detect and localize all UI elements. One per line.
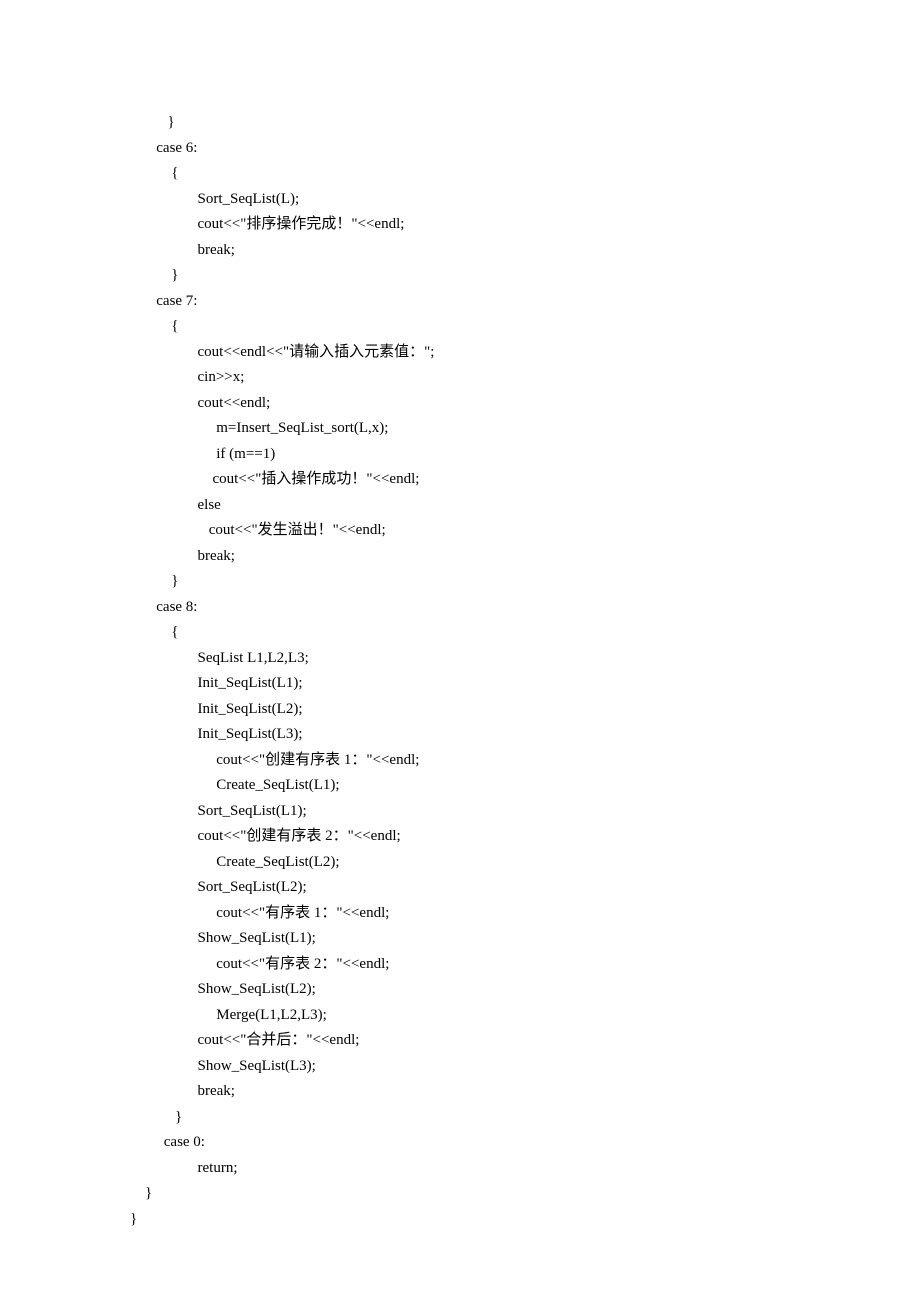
- code-line: case 0:: [130, 1130, 860, 1156]
- code-line: cout<<"发生溢出！"<<endl;: [130, 518, 860, 544]
- code-line: Sort_SeqList(L1);: [130, 799, 860, 825]
- code-line: Create_SeqList(L1);: [130, 773, 860, 799]
- code-line: Create_SeqList(L2);: [130, 850, 860, 876]
- code-line: cout<<"排序操作完成！"<<endl;: [130, 212, 860, 238]
- code-line: }: [130, 1105, 860, 1131]
- code-line: if (m==1): [130, 442, 860, 468]
- code-line: }: [130, 1181, 860, 1207]
- code-line: cout<<"创建有序表 1："<<endl;: [130, 748, 860, 774]
- code-line: cout<<endl<<"请输入插入元素值：";: [130, 340, 860, 366]
- code-line: else: [130, 493, 860, 519]
- code-line: case 6:: [130, 136, 860, 162]
- code-line: }: [130, 263, 860, 289]
- code-line: return;: [130, 1156, 860, 1182]
- code-line: cout<<"插入操作成功！"<<endl;: [130, 467, 860, 493]
- code-line: break;: [130, 544, 860, 570]
- document-page: } case 6: { Sort_SeqList(L); cout<<"排序操作…: [0, 0, 920, 1302]
- code-line: Init_SeqList(L3);: [130, 722, 860, 748]
- code-line: Show_SeqList(L1);: [130, 926, 860, 952]
- code-line: Sort_SeqList(L2);: [130, 875, 860, 901]
- code-line: {: [130, 161, 860, 187]
- code-line: SeqList L1,L2,L3;: [130, 646, 860, 672]
- code-line: cout<<"有序表 1："<<endl;: [130, 901, 860, 927]
- code-line: Merge(L1,L2,L3);: [130, 1003, 860, 1029]
- code-line: Show_SeqList(L2);: [130, 977, 860, 1003]
- code-line: {: [130, 314, 860, 340]
- code-line: cout<<"有序表 2："<<endl;: [130, 952, 860, 978]
- code-line: }: [130, 569, 860, 595]
- code-line: {: [130, 620, 860, 646]
- code-block: } case 6: { Sort_SeqList(L); cout<<"排序操作…: [130, 110, 860, 1232]
- code-line: cout<<endl;: [130, 391, 860, 417]
- code-line: cout<<"创建有序表 2："<<endl;: [130, 824, 860, 850]
- code-line: case 8:: [130, 595, 860, 621]
- code-line: break;: [130, 238, 860, 264]
- code-line: Init_SeqList(L1);: [130, 671, 860, 697]
- code-line: case 7:: [130, 289, 860, 315]
- code-line: Init_SeqList(L2);: [130, 697, 860, 723]
- code-line: Sort_SeqList(L);: [130, 187, 860, 213]
- code-line: cout<<"合并后："<<endl;: [130, 1028, 860, 1054]
- code-line: m=Insert_SeqList_sort(L,x);: [130, 416, 860, 442]
- code-line: Show_SeqList(L3);: [130, 1054, 860, 1080]
- code-line: }: [130, 110, 860, 136]
- code-line: break;: [130, 1079, 860, 1105]
- code-line: cin>>x;: [130, 365, 860, 391]
- code-line: }: [130, 1207, 860, 1233]
